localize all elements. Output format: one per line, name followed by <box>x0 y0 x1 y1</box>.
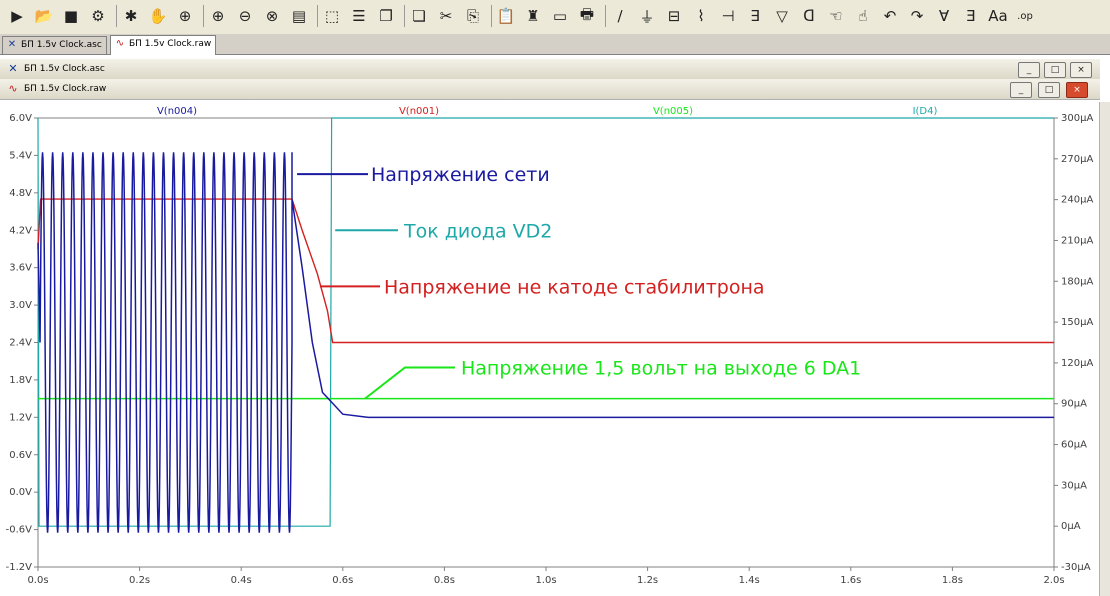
y-right-tick-label: -30µA <box>1061 562 1091 573</box>
x-tick-label: 1.4s <box>739 575 760 586</box>
y-left-tick-label: 3.0V <box>9 300 32 311</box>
y-left-tick-label: 6.0V <box>9 113 32 124</box>
x-tick-label: 0.8s <box>434 575 455 586</box>
x-tick-label: 2.0s <box>1043 575 1064 586</box>
y-right-tick-label: 120µA <box>1061 358 1093 369</box>
annotation-label: Напряжение 1,5 вольт на выходе 6 DA1 <box>461 357 861 379</box>
x-tick-label: 0.4s <box>231 575 252 586</box>
y-right-tick-label: 60µA <box>1061 440 1087 451</box>
y-left-tick-label: 1.8V <box>9 375 32 386</box>
y-right-tick-label: 90µA <box>1061 399 1087 410</box>
y-left-tick-label: -1.2V <box>6 562 33 573</box>
annotation-label: Напряжение сети <box>371 164 550 186</box>
y-right-tick-label: 30µA <box>1061 480 1087 491</box>
y-left-tick-label: 3.6V <box>9 263 32 274</box>
x-tick-label: 1.8s <box>942 575 963 586</box>
y-left-tick-label: 4.8V <box>9 188 32 199</box>
legend-vn005: V(n005) <box>653 106 693 117</box>
x-tick-label: 0.0s <box>27 575 48 586</box>
y-right-tick-label: 210µA <box>1061 235 1093 246</box>
y-left-tick-label: 0.0V <box>9 487 32 498</box>
legend-id4: I(D4) <box>913 106 938 117</box>
y-right-tick-label: 180µA <box>1061 276 1093 287</box>
waveform-plot[interactable]: 6.0V 5.4V 4.8V 4.2V 3.6V 3.0V 2.4V 1.8V 1.2V 0.6V… <box>0 0 1110 596</box>
annotation-label: Напряжение не катоде стабилитрона <box>384 276 765 298</box>
y-right-tick-label: 150µA <box>1061 317 1093 328</box>
y-left-tick-label: 1.2V <box>9 412 32 423</box>
y-right-tick-label: 240µA <box>1061 195 1093 206</box>
x-tick-label: 1.0s <box>535 575 556 586</box>
x-tick-label: 0.6s <box>332 575 353 586</box>
y-left-tick-label: 5.4V <box>9 150 32 161</box>
legend-vn004: V(n004) <box>157 106 197 117</box>
annotation-label: Ток диода VD2 <box>403 220 552 242</box>
y-left-tick-label: 0.6V <box>9 450 32 461</box>
x-tick-label: 1.6s <box>840 575 861 586</box>
y-right-tick-label: 0µA <box>1061 521 1081 532</box>
x-tick-label: 1.2s <box>637 575 658 586</box>
y-right-tick-label: 300µA <box>1061 113 1093 124</box>
y-left-tick-label: -0.6V <box>6 525 33 536</box>
y-left-tick-label: 4.2V <box>9 225 32 236</box>
y-left-tick-label: 2.4V <box>9 338 32 349</box>
legend-vn001: V(n001) <box>399 106 439 117</box>
x-tick-label: 0.2s <box>129 575 150 586</box>
y-right-tick-label: 270µA <box>1061 154 1093 165</box>
